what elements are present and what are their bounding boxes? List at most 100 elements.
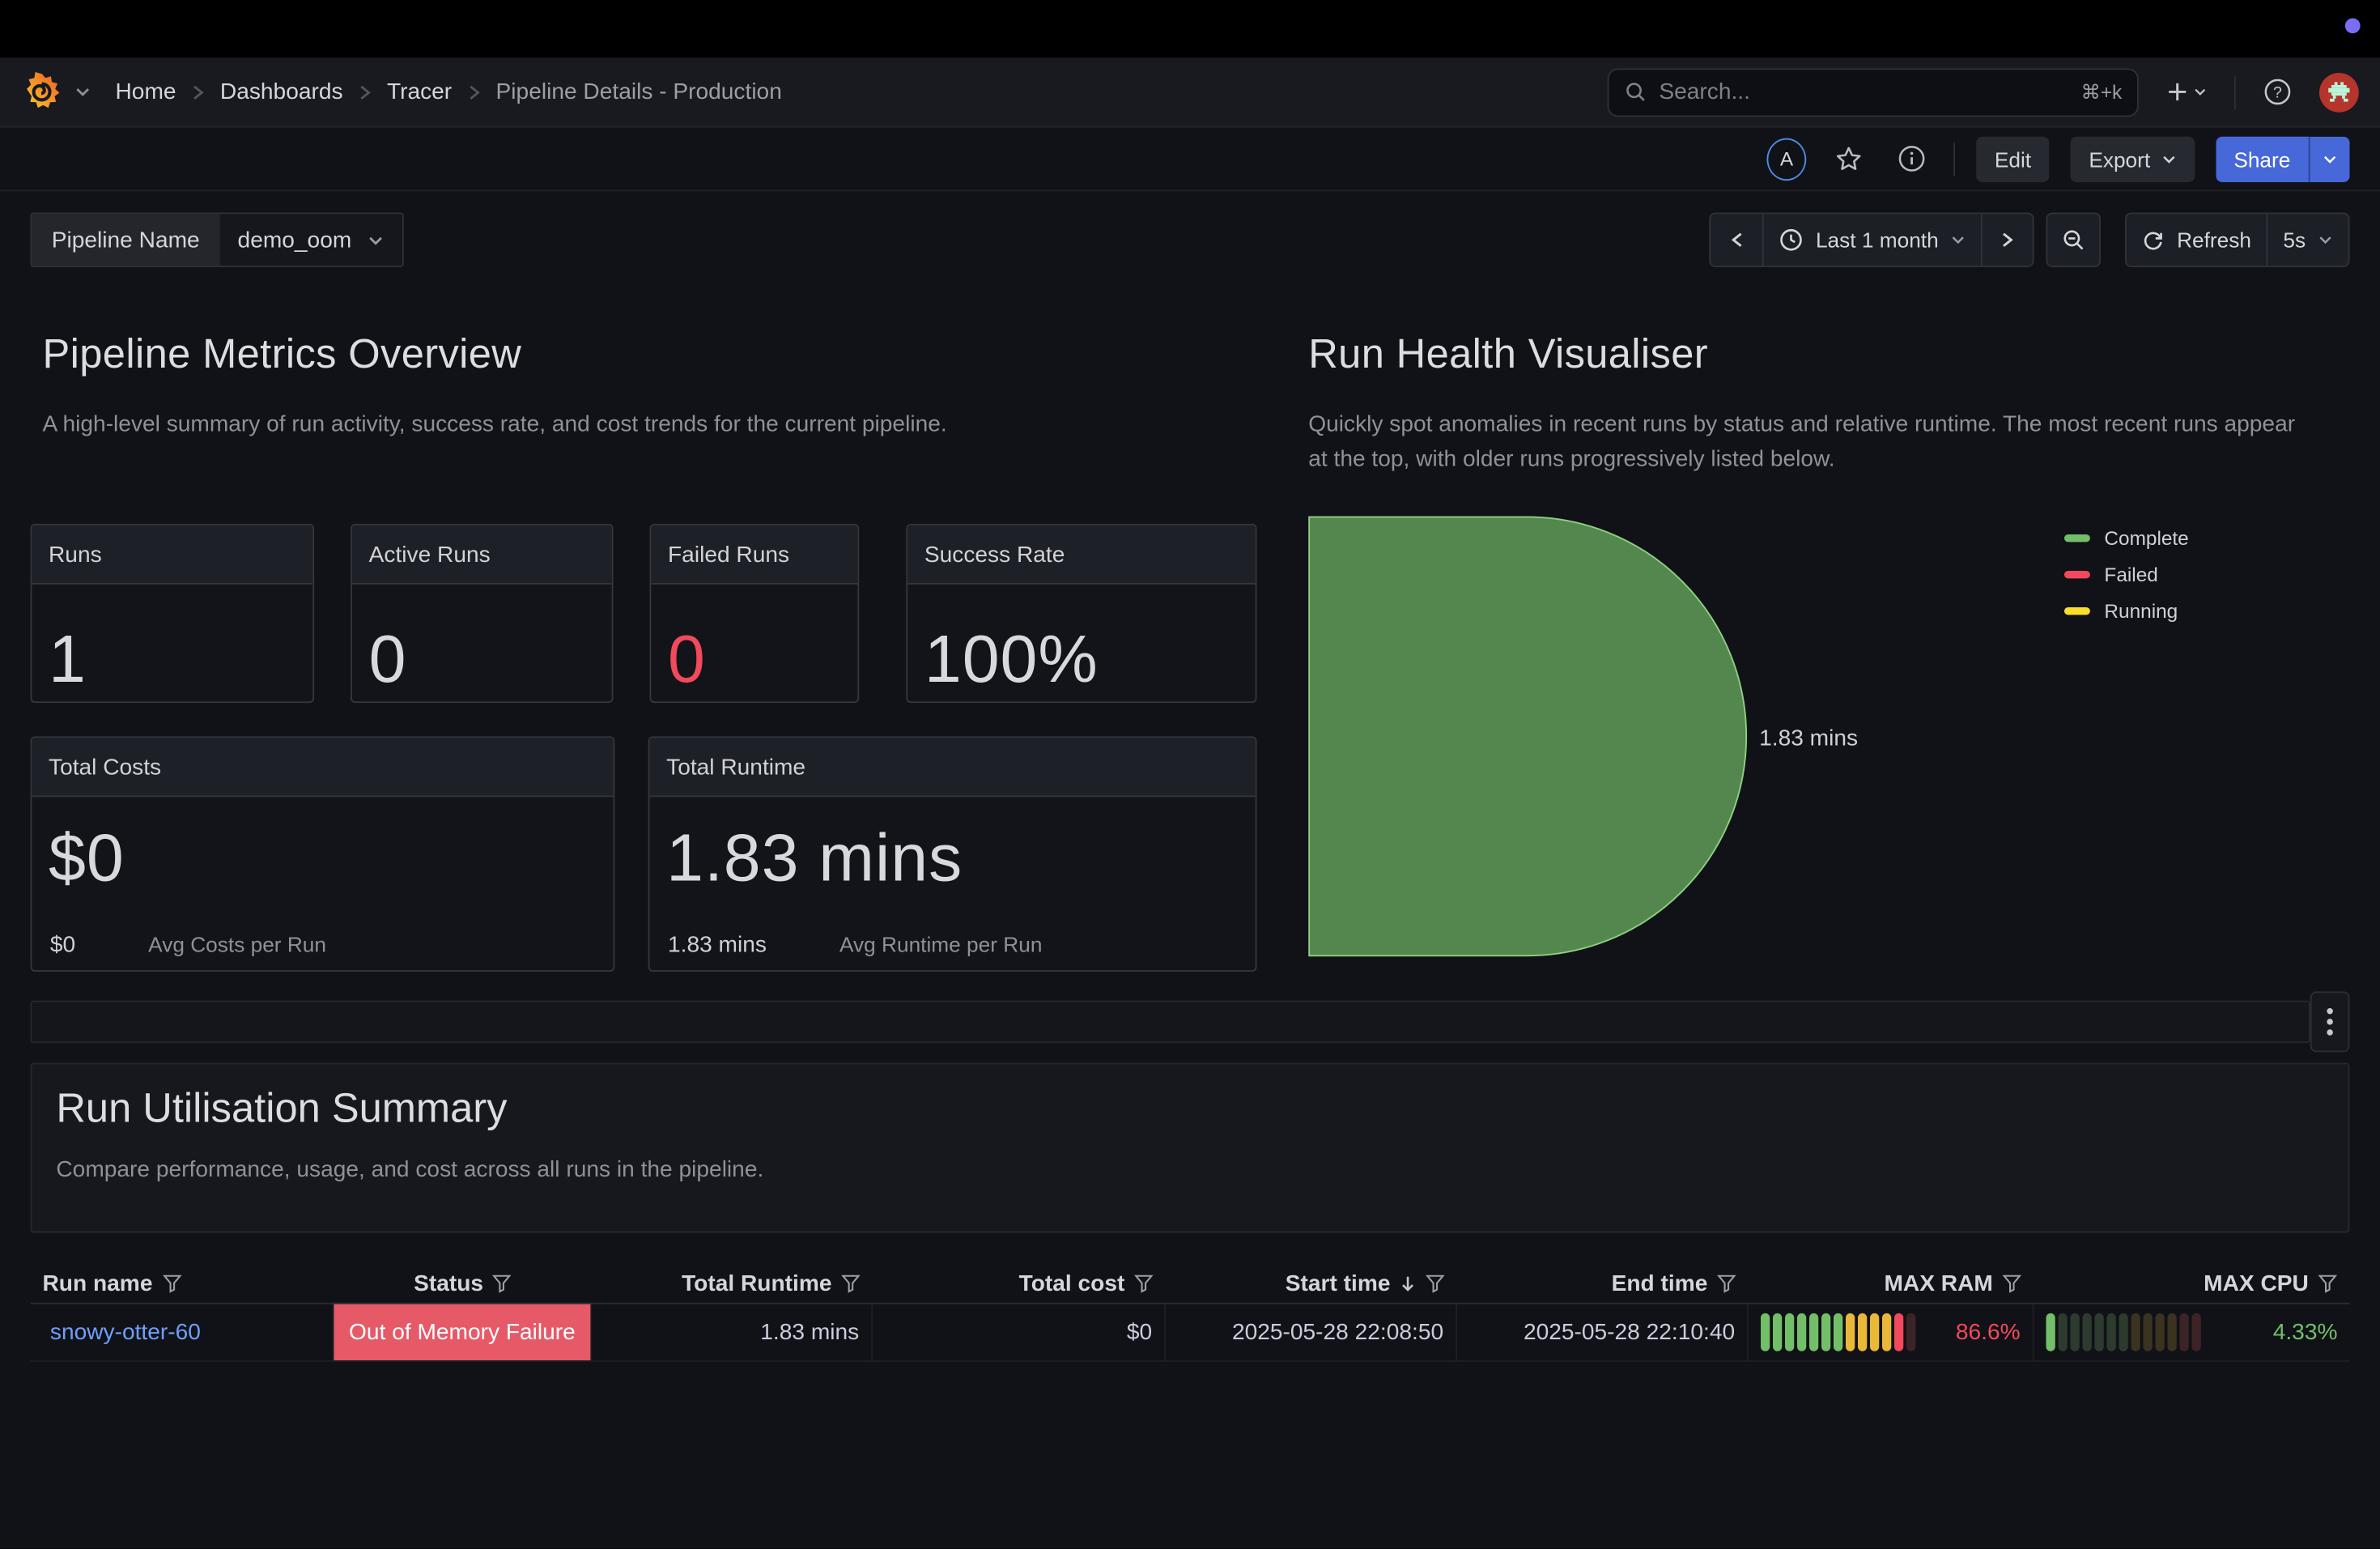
stat-panel-value: 0 [668, 623, 706, 699]
stat-panel-total-costs: Total Costs $0 $0 Avg Costs per Run [31, 736, 615, 972]
org-switcher-chevron-icon[interactable] [74, 83, 91, 100]
stat-footer-label: Avg Costs per Run [148, 932, 326, 956]
legend-item-complete[interactable]: Complete [2065, 527, 2189, 550]
column-label: Status [414, 1270, 483, 1296]
column-label: Start time [1286, 1270, 1391, 1296]
share-options-chevron[interactable] [2309, 136, 2350, 181]
chevron-down-icon [2161, 151, 2176, 167]
time-shift-forward-button[interactable] [1981, 214, 2033, 266]
breadcrumb-home[interactable]: Home [116, 79, 176, 105]
breadcrumb: Home Dashboards Tracer Pipeline Details … [116, 79, 782, 105]
filter-icon[interactable] [162, 1273, 181, 1292]
gauge-segment [2156, 1313, 2165, 1351]
stat-panel-value: 1.83 mins [666, 821, 963, 897]
legend-swatch [2065, 571, 2091, 578]
runs-table: Run name Status Total Runtime Total cost… [31, 1263, 2350, 1362]
svg-text:?: ? [2273, 84, 2282, 102]
legend-item-failed[interactable]: Failed [2065, 564, 2189, 586]
run-health-bar[interactable] [1308, 517, 1747, 957]
user-avatar[interactable] [2319, 72, 2359, 112]
gauge-segment [2144, 1313, 2153, 1351]
cell-total-runtime: 1.83 mins [592, 1304, 873, 1360]
sort-descending-icon[interactable] [1400, 1273, 1417, 1292]
legend-label: Running [2104, 600, 2178, 623]
table-row: snowy-otter-60 Out of Memory Failure 1.8… [31, 1304, 2350, 1362]
filter-icon[interactable] [2002, 1273, 2021, 1292]
export-button[interactable]: Export [2071, 136, 2195, 181]
refresh-button[interactable]: Refresh [2127, 214, 2267, 266]
filter-icon[interactable] [492, 1273, 512, 1292]
run-utilisation-panel: Run Utilisation Summary Compare performa… [31, 1063, 2350, 1233]
column-label: Total cost [1019, 1270, 1125, 1296]
grafana-logo-icon[interactable] [21, 71, 62, 113]
column-label: End time [1612, 1270, 1708, 1296]
stat-footer-value: $0 [50, 932, 75, 958]
navbar-divider [2234, 75, 2236, 109]
gauge-segment [1894, 1313, 1903, 1351]
gauge-segment [2131, 1313, 2140, 1351]
annotations-badge[interactable]: A [1767, 138, 1807, 181]
filter-icon[interactable] [2318, 1273, 2337, 1292]
legend-item-running[interactable]: Running [2065, 600, 2189, 623]
filter-icon[interactable] [1717, 1273, 1736, 1292]
share-button-group: Share [2216, 136, 2350, 181]
pipeline-name-value: demo_oom [238, 227, 352, 253]
time-range-group: Last 1 month [1710, 213, 2034, 268]
legend-label: Complete [2104, 527, 2188, 550]
metrics-overview-subtitle: A high-level summary of run activity, su… [43, 407, 1106, 442]
column-header-run-name[interactable]: Run name [31, 1270, 334, 1296]
gauge-segment [1785, 1313, 1794, 1351]
metrics-overview-title: Pipeline Metrics Overview [43, 331, 522, 378]
chart-legend: Complete Failed Running [2065, 527, 2189, 623]
time-range-picker[interactable]: Last 1 month [1762, 214, 1981, 266]
dashboard-info-icon[interactable] [1891, 138, 1932, 180]
search-input[interactable]: Search... ⌘+k [1608, 67, 2139, 116]
status-badge: Out of Memory Failure [334, 1304, 591, 1360]
column-label: MAX RAM [1884, 1270, 1992, 1296]
refresh-group: Refresh 5s [2125, 213, 2349, 268]
stat-footer-value: 1.83 mins [668, 932, 767, 958]
time-shift-back-button[interactable] [1711, 214, 1763, 266]
run-health-title: Run Health Visualiser [1308, 331, 1708, 378]
stat-panel-value: $0 [49, 821, 125, 897]
filter-icon[interactable] [1134, 1273, 1154, 1292]
stat-panel-total-runtime: Total Runtime 1.83 mins 1.83 mins Avg Ru… [648, 736, 1257, 972]
refresh-interval-select[interactable]: 5s [2267, 214, 2348, 266]
max-ram-value: 86.6% [1956, 1319, 2021, 1345]
dashboard-toolbar: A Edit Export Share [0, 128, 2380, 192]
column-header-max-cpu[interactable]: MAX CPU [2034, 1270, 2350, 1296]
gauge-segment [1858, 1313, 1867, 1351]
gauge-segment [2192, 1313, 2201, 1351]
column-header-max-ram[interactable]: MAX RAM [1749, 1270, 2034, 1296]
column-header-start-time[interactable]: Start time [1166, 1270, 1457, 1296]
breadcrumb-tracer[interactable]: Tracer [387, 79, 452, 105]
add-new-button[interactable] [2160, 74, 2213, 109]
column-header-end-time[interactable]: End time [1457, 1270, 1749, 1296]
column-header-total-runtime[interactable]: Total Runtime [592, 1270, 873, 1296]
breadcrumb-dashboards[interactable]: Dashboards [220, 79, 343, 105]
dashboard-controls-row: Pipeline Name demo_oom Last 1 month [0, 191, 2380, 288]
star-icon[interactable] [1828, 138, 1871, 181]
run-health-chart: 1.83 mins Complete Failed Running [1308, 517, 2368, 957]
gauge-segment [1906, 1313, 1915, 1351]
panel-menu-kebab-button[interactable] [2310, 991, 2350, 1052]
stat-panel-active-runs: Active Runs 0 [351, 524, 613, 703]
column-label: Total Runtime [682, 1270, 831, 1296]
run-health-subtitle: Quickly spot anomalies in recent runs by… [1308, 407, 2310, 477]
max-cpu-gauge [2046, 1313, 2201, 1351]
time-zoom-out-button[interactable] [2048, 214, 2100, 266]
toolbar-divider [1953, 142, 1955, 175]
gauge-segment [1773, 1313, 1782, 1351]
edit-button[interactable]: Edit [1976, 136, 2049, 181]
panel-row-strip[interactable] [31, 1001, 2310, 1044]
os-top-strip [0, 0, 2380, 57]
share-button[interactable]: Share [2216, 136, 2309, 181]
column-header-total-cost[interactable]: Total cost [873, 1270, 1166, 1296]
filter-icon[interactable] [1426, 1273, 1445, 1292]
filter-icon[interactable] [841, 1273, 861, 1292]
search-placeholder: Search... [1659, 79, 2068, 105]
pipeline-name-select[interactable]: demo_oom [219, 214, 402, 266]
help-icon[interactable]: ? [2257, 71, 2298, 113]
run-name-link[interactable]: snowy-otter-60 [50, 1319, 201, 1345]
column-header-status[interactable]: Status [334, 1270, 593, 1296]
